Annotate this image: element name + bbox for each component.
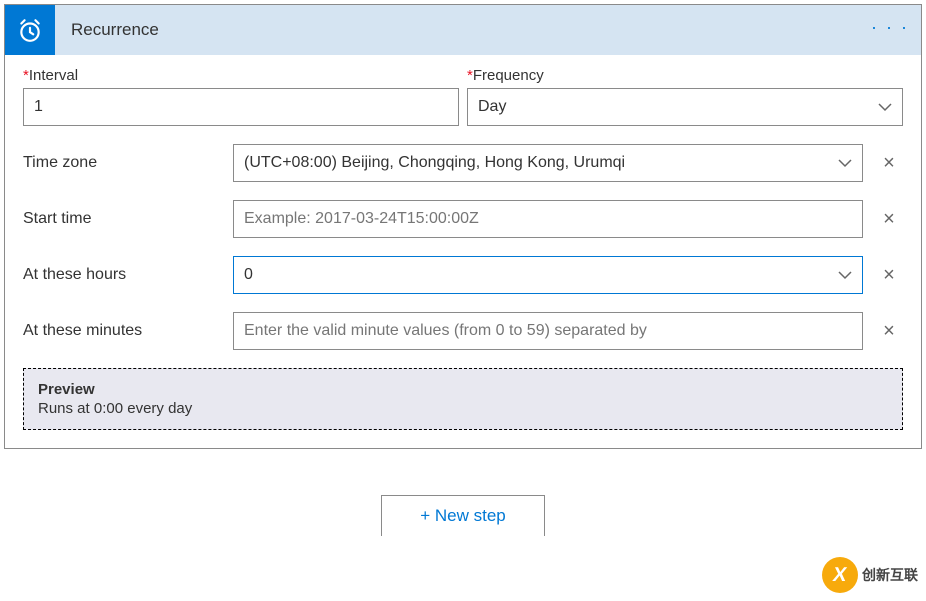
recurrence-card: Recurrence · · · *Interval *Frequency Da… xyxy=(4,4,922,449)
interval-label: *Interval xyxy=(23,67,459,84)
frequency-label-text: Frequency xyxy=(473,67,544,84)
frequency-column: *Frequency Day xyxy=(467,67,903,126)
frequency-label: *Frequency xyxy=(467,67,903,84)
timezone-row: Time zone (UTC+08:00) Beijing, Chongqing… xyxy=(23,144,903,182)
card-title: Recurrence xyxy=(71,20,159,40)
hours-row: At these hours 0 × xyxy=(23,256,903,294)
frequency-select[interactable]: Day xyxy=(467,88,903,126)
hours-value: 0 xyxy=(244,266,253,284)
interval-column: *Interval xyxy=(23,67,459,126)
clear-minutes-button[interactable]: × xyxy=(875,320,903,343)
minutes-label: At these minutes xyxy=(23,322,233,340)
hours-label: At these hours xyxy=(23,266,233,284)
frequency-value: Day xyxy=(478,98,506,116)
card-body: *Interval *Frequency Day Time zone (UTC+… xyxy=(5,55,921,448)
timezone-value: (UTC+08:00) Beijing, Chongqing, Hong Kon… xyxy=(244,154,625,172)
interval-label-text: Interval xyxy=(29,67,78,84)
watermark-text: 创新互联 xyxy=(862,568,918,582)
watermark: X 创新互联 xyxy=(822,557,918,593)
interval-input[interactable] xyxy=(23,88,459,126)
new-step-wrap: + New step xyxy=(0,495,926,536)
starttime-input[interactable] xyxy=(233,200,863,238)
starttime-row: Start time × xyxy=(23,200,903,238)
clear-hours-button[interactable]: × xyxy=(875,264,903,287)
recurrence-icon xyxy=(5,5,55,55)
new-step-button[interactable]: + New step xyxy=(381,495,545,536)
preview-text: Runs at 0:00 every day xyxy=(38,400,888,417)
clear-timezone-button[interactable]: × xyxy=(875,152,903,175)
timezone-select[interactable]: (UTC+08:00) Beijing, Chongqing, Hong Kon… xyxy=(233,144,863,182)
chevron-down-icon xyxy=(878,99,892,115)
clear-starttime-button[interactable]: × xyxy=(875,208,903,231)
ellipsis-icon[interactable]: · · · xyxy=(871,17,909,38)
watermark-cn: 创新互联 xyxy=(862,568,918,582)
card-header: Recurrence · · · xyxy=(5,5,921,55)
preview-box: Preview Runs at 0:00 every day xyxy=(23,368,903,430)
starttime-label: Start time xyxy=(23,210,233,228)
minutes-row: At these minutes × xyxy=(23,312,903,350)
chevron-down-icon xyxy=(838,267,852,283)
minutes-input[interactable] xyxy=(233,312,863,350)
preview-title: Preview xyxy=(38,381,888,398)
chevron-down-icon xyxy=(838,155,852,171)
interval-frequency-row: *Interval *Frequency Day xyxy=(23,67,903,126)
watermark-logo-icon: X xyxy=(822,557,858,593)
hours-select[interactable]: 0 xyxy=(233,256,863,294)
timezone-label: Time zone xyxy=(23,154,233,172)
